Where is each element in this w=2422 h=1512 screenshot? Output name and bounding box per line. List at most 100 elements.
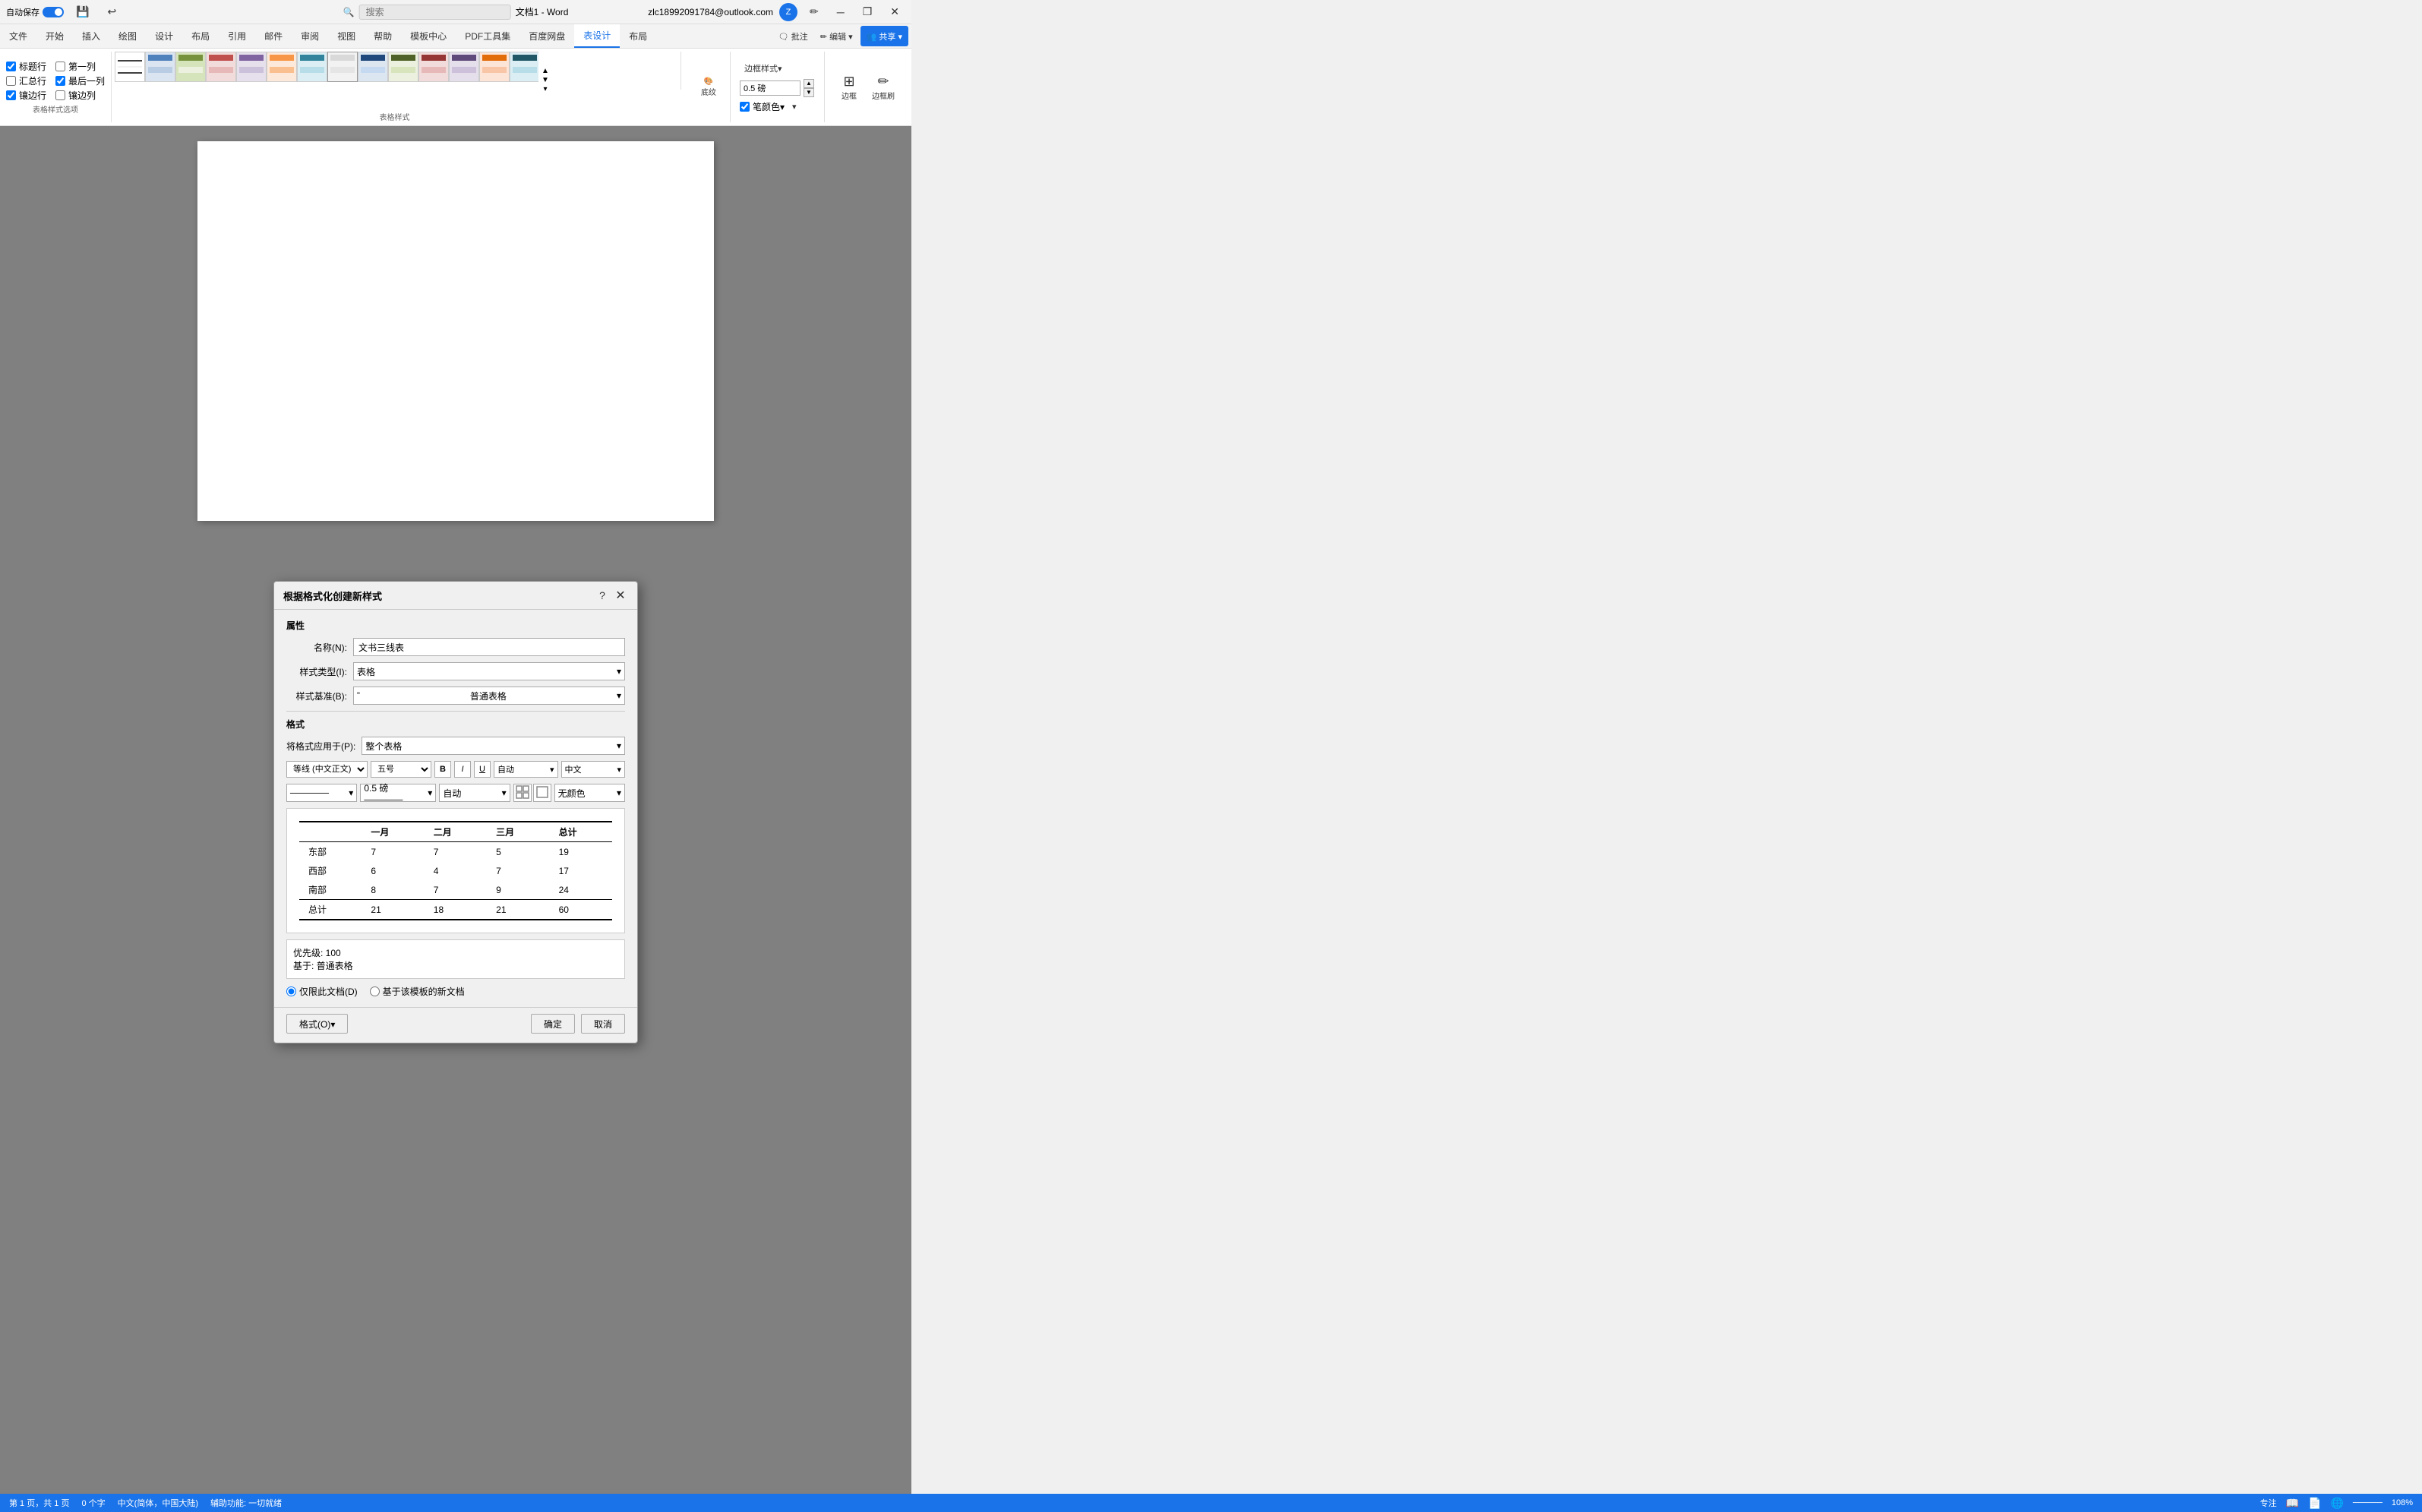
style-item-3[interactable] — [175, 52, 206, 82]
gallery-scroll-up[interactable]: ▲ — [542, 68, 549, 75]
avatar[interactable]: Z — [779, 3, 797, 21]
style-item-4[interactable] — [206, 52, 236, 82]
border-auto-select[interactable]: 自动 ▾ — [439, 784, 510, 802]
style-item-7[interactable] — [297, 52, 327, 82]
tab-insert[interactable]: 插入 — [73, 24, 109, 48]
border-width-select[interactable]: 0.5 磅 ────── ▾ — [360, 784, 436, 802]
tab-references[interactable]: 引用 — [219, 24, 255, 48]
tab-pdf[interactable]: PDF工具集 — [456, 24, 519, 48]
style-item-10[interactable] — [388, 52, 418, 82]
table-row: 东部 7 7 5 19 — [299, 842, 612, 862]
font-size-select[interactable]: 五号 — [371, 761, 431, 778]
radio-template[interactable]: 基于该模板的新文档 — [370, 985, 465, 998]
border-color-select[interactable]: 无颜色 ▾ — [554, 784, 625, 802]
cell-east-feb: 7 — [425, 842, 487, 862]
style-item-2[interactable] — [145, 52, 175, 82]
bold-button[interactable]: B — [434, 761, 451, 778]
tab-table-design[interactable]: 表设计 — [574, 24, 620, 48]
pen-icon[interactable]: ✏ — [804, 2, 825, 21]
pen-color-checkbox[interactable] — [740, 102, 750, 112]
style-item-9[interactable] — [358, 52, 388, 82]
pen-color-row: 笔颜色▾ ▾ — [740, 100, 801, 113]
style-type-row: 样式类型(I): 表格 ▾ — [286, 662, 625, 680]
style-item-12[interactable] — [449, 52, 479, 82]
close-button[interactable]: ✕ — [884, 2, 905, 21]
checkbox-banded-cols[interactable]: 镶边列 — [55, 89, 96, 102]
border-grid-button[interactable] — [513, 784, 532, 802]
comment-button[interactable]: 🗨 批注 — [774, 26, 813, 46]
style-item-5[interactable] — [236, 52, 267, 82]
tab-view[interactable]: 视图 — [328, 24, 365, 48]
tab-baidu[interactable]: 百度网盘 — [519, 24, 574, 48]
accessibility[interactable]: 辅助功能: 一切就绪 — [210, 1497, 282, 1509]
style-item-8[interactable] — [327, 52, 358, 82]
edit-button[interactable]: ✏ 编辑 ▾ — [816, 26, 857, 46]
font-family-select[interactable]: 等线 (中文正文) — [286, 761, 368, 778]
thickness-down[interactable]: ▼ — [804, 88, 814, 97]
name-input[interactable] — [353, 638, 625, 656]
border-thickness-control: 0.5 磅 ▲ ▼ — [740, 79, 814, 96]
tab-template[interactable]: 模板中心 — [401, 24, 456, 48]
minimize-button[interactable]: ─ — [831, 3, 851, 21]
lang-select[interactable]: 中文 ▾ — [561, 761, 626, 778]
save-button[interactable]: 💾 — [70, 2, 95, 21]
italic-button[interactable]: I — [454, 761, 471, 778]
border-apply-button[interactable] — [533, 784, 551, 802]
lang-indicator[interactable]: 中文(简体，中国大陆) — [118, 1497, 198, 1509]
undo-button[interactable]: ↩ — [101, 2, 122, 21]
thickness-up[interactable]: ▲ — [804, 79, 814, 88]
checkbox-header-row[interactable]: 标题行 — [6, 60, 46, 73]
apply-to-select[interactable]: 整个表格 ▾ — [362, 737, 625, 755]
zoom-level[interactable]: 108% — [2392, 1498, 2413, 1507]
style-item-11[interactable] — [418, 52, 449, 82]
checkbox-first-col[interactable]: 第一列 — [55, 60, 96, 73]
format-button[interactable]: 格式(O)▾ — [286, 1014, 348, 1034]
cell-total-total: 60 — [550, 900, 612, 920]
tab-file[interactable]: 文件 — [0, 24, 36, 48]
checkbox-last-col[interactable]: 最后一列 — [55, 74, 105, 87]
tab-home[interactable]: 开始 — [36, 24, 73, 48]
search-input[interactable] — [359, 5, 511, 20]
share-button[interactable]: 👥 共享 ▾ — [860, 26, 908, 46]
tab-review[interactable]: 审阅 — [292, 24, 328, 48]
web-layout-button[interactable]: 🌐 — [2330, 1497, 2343, 1510]
dialog-close-button[interactable]: ✕ — [613, 588, 628, 603]
dialog-help-button[interactable]: ? — [595, 588, 610, 603]
underline-button[interactable]: U — [474, 761, 491, 778]
cancel-button[interactable]: 取消 — [581, 1014, 625, 1034]
focus-mode-button[interactable]: 专注 — [2260, 1497, 2277, 1509]
gallery-scroll-down[interactable]: ▼ — [542, 77, 549, 84]
border-painter-button[interactable]: ✏ 边框刷 — [867, 71, 899, 104]
border-button[interactable]: ⊞ 边框 — [834, 71, 864, 104]
checkbox-banded-rows[interactable]: 镶边行 — [6, 89, 46, 102]
pen-color-button[interactable]: ▾ — [788, 100, 801, 113]
tab-help[interactable]: 帮助 — [365, 24, 401, 48]
restore-button[interactable]: ❐ — [857, 2, 879, 21]
style-item-13[interactable] — [479, 52, 510, 82]
shading-button[interactable]: 🎨 底纹 — [693, 74, 724, 100]
tab-design[interactable]: 设计 — [146, 24, 182, 48]
cell-west-total: 17 — [550, 861, 612, 880]
style-item-1[interactable] — [115, 52, 145, 82]
style-base-select[interactable]: " 普通表格 ▾ — [353, 687, 625, 705]
read-mode-button[interactable]: 📖 — [2286, 1497, 2299, 1510]
checkbox-total-row[interactable]: 汇总行 — [6, 74, 46, 87]
border-thickness-input[interactable]: 0.5 磅 — [740, 80, 800, 96]
tab-table-layout[interactable]: 布局 — [620, 24, 656, 48]
tab-mailings[interactable]: 邮件 — [255, 24, 292, 48]
confirm-button[interactable]: 确定 — [531, 1014, 575, 1034]
divider-1 — [286, 711, 625, 712]
autosave-switch[interactable] — [43, 7, 64, 17]
tab-draw[interactable]: 绘图 — [109, 24, 146, 48]
border-styles-button[interactable]: 边框样式▾ — [740, 61, 787, 76]
print-layout-button[interactable]: 📄 — [2308, 1497, 2321, 1510]
tab-layout[interactable]: 布局 — [182, 24, 219, 48]
gallery-expand[interactable]: ▾ — [542, 86, 549, 93]
font-color-select[interactable]: 自动 ▾ — [494, 761, 558, 778]
radio-this-doc[interactable]: 仅限此文档(D) — [286, 985, 358, 998]
style-item-14[interactable] — [510, 52, 538, 82]
autosave-toggle[interactable]: 自动保存 — [6, 6, 64, 18]
style-item-6[interactable] — [267, 52, 297, 82]
style-type-select[interactable]: 表格 ▾ — [353, 662, 625, 680]
border-style-select[interactable]: ────── ▾ — [286, 784, 357, 802]
